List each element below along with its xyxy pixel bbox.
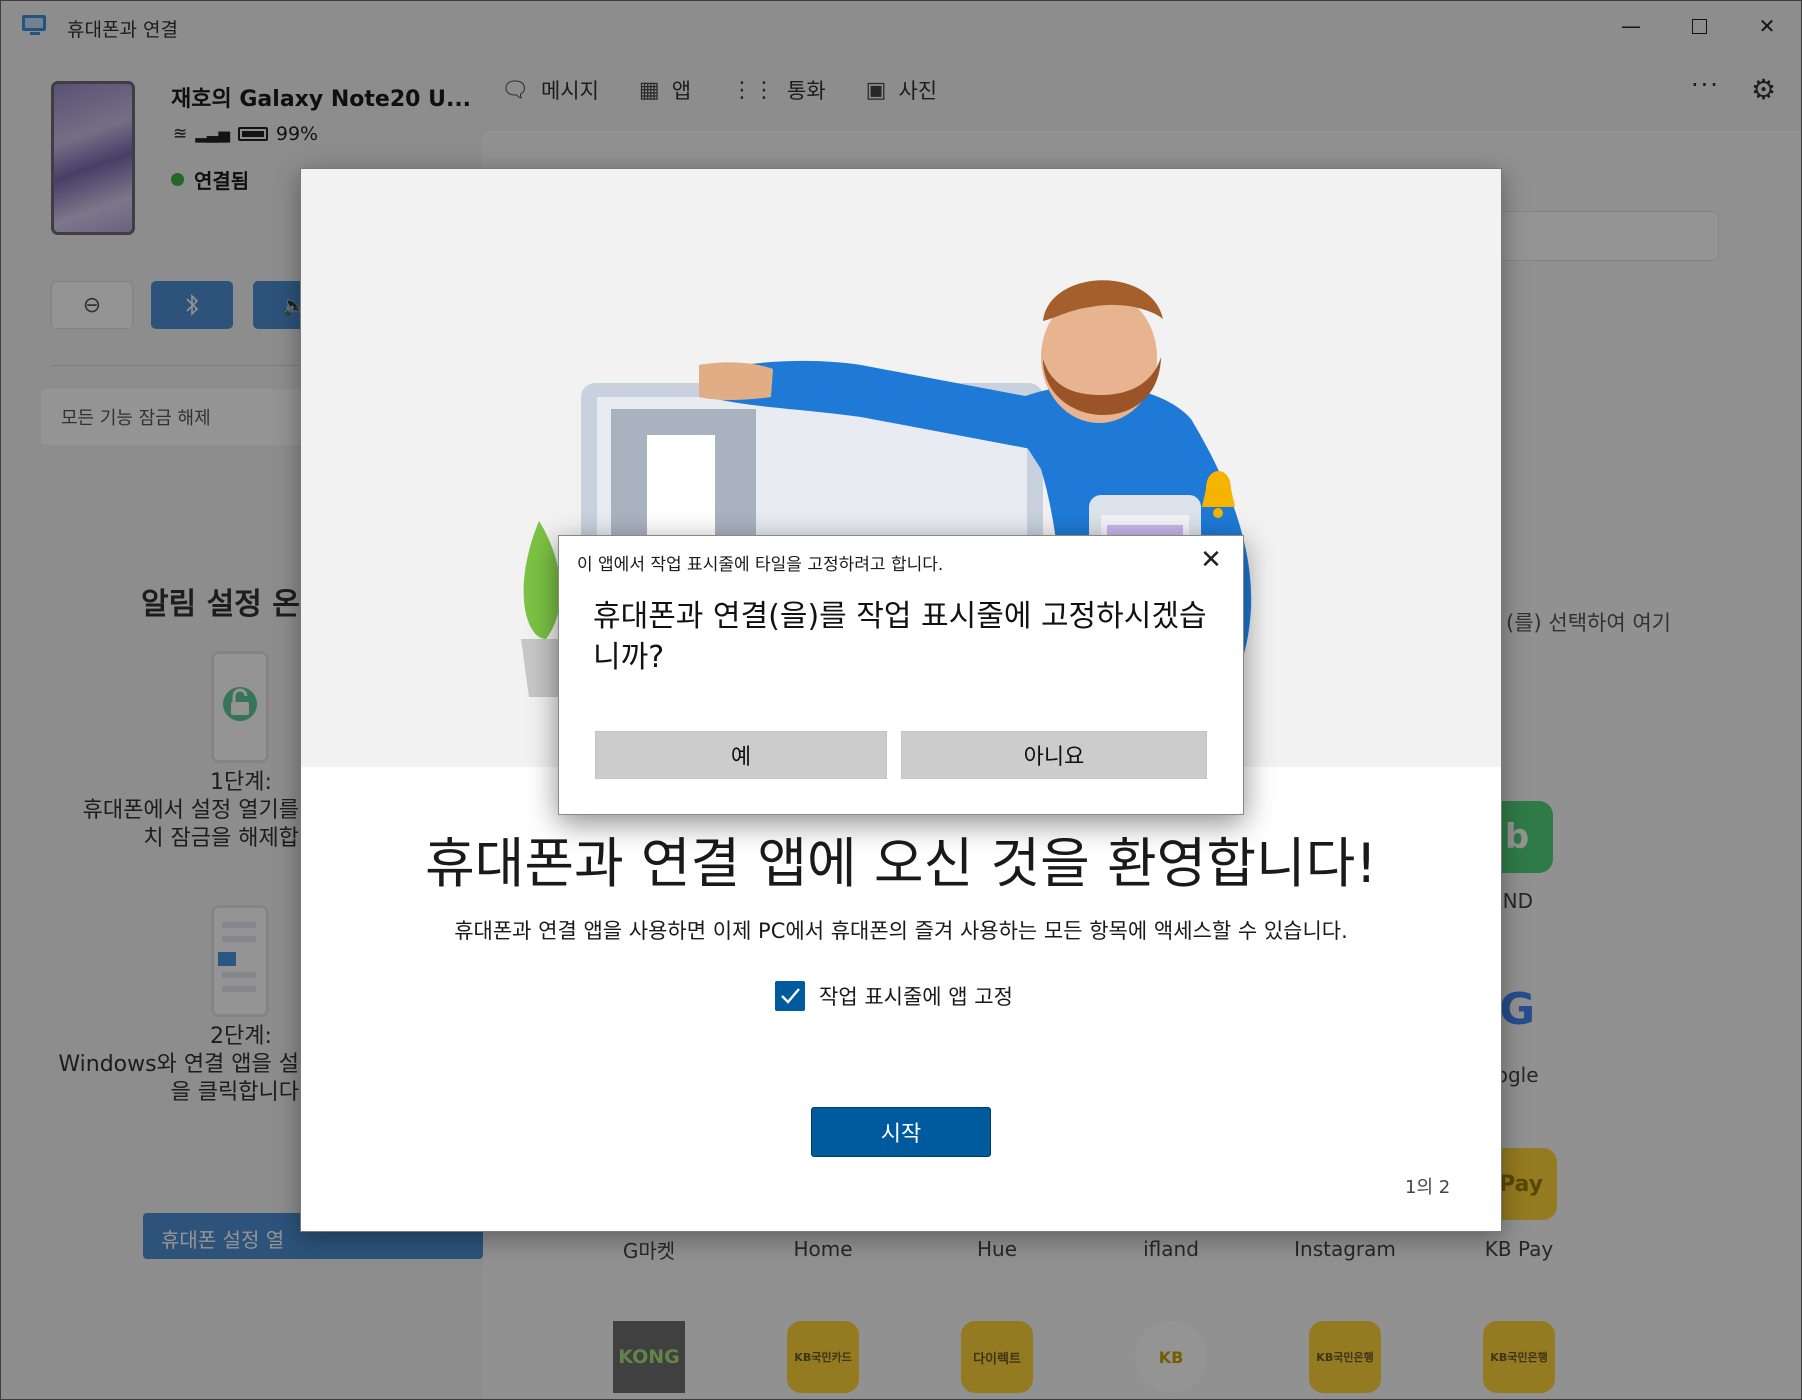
pin-to-taskbar-row[interactable]: 작업 표시줄에 앱 고정 [775,981,1013,1011]
welcome-subtext: 휴대폰과 연결 앱을 사용하면 이제 PC에서 휴대폰의 즐겨 사용하는 모든 … [454,919,1348,943]
confirm-yes-button[interactable]: 예 [595,731,887,779]
confirm-close-button[interactable]: ✕ [1189,542,1233,578]
page-indicator: 1의 2 [1405,1177,1451,1198]
pin-to-taskbar-label: 작업 표시줄에 앱 고정 [819,985,1013,1009]
welcome-heading: 휴대폰과 연결 앱에 오신 것을 환영합니다! [424,832,1378,895]
pin-confirm-dialog: 이 앱에서 작업 표시줄에 타일을 고정하려고 합니다. ✕ 휴대폰과 연결(을… [558,535,1244,815]
confirm-question: 휴대폰과 연결(을)를 작업 표시줄에 고정하시겠습니까? [593,599,1207,675]
pin-to-taskbar-checkbox[interactable] [775,981,805,1011]
close-icon: ✕ [1200,545,1222,575]
checkmark-icon [781,988,800,1004]
confirm-no-button[interactable]: 아니요 [901,731,1207,779]
start-button[interactable]: 시작 [811,1107,991,1157]
confirm-caption: 이 앱에서 작업 표시줄에 타일을 고정하려고 합니다. [577,555,944,575]
